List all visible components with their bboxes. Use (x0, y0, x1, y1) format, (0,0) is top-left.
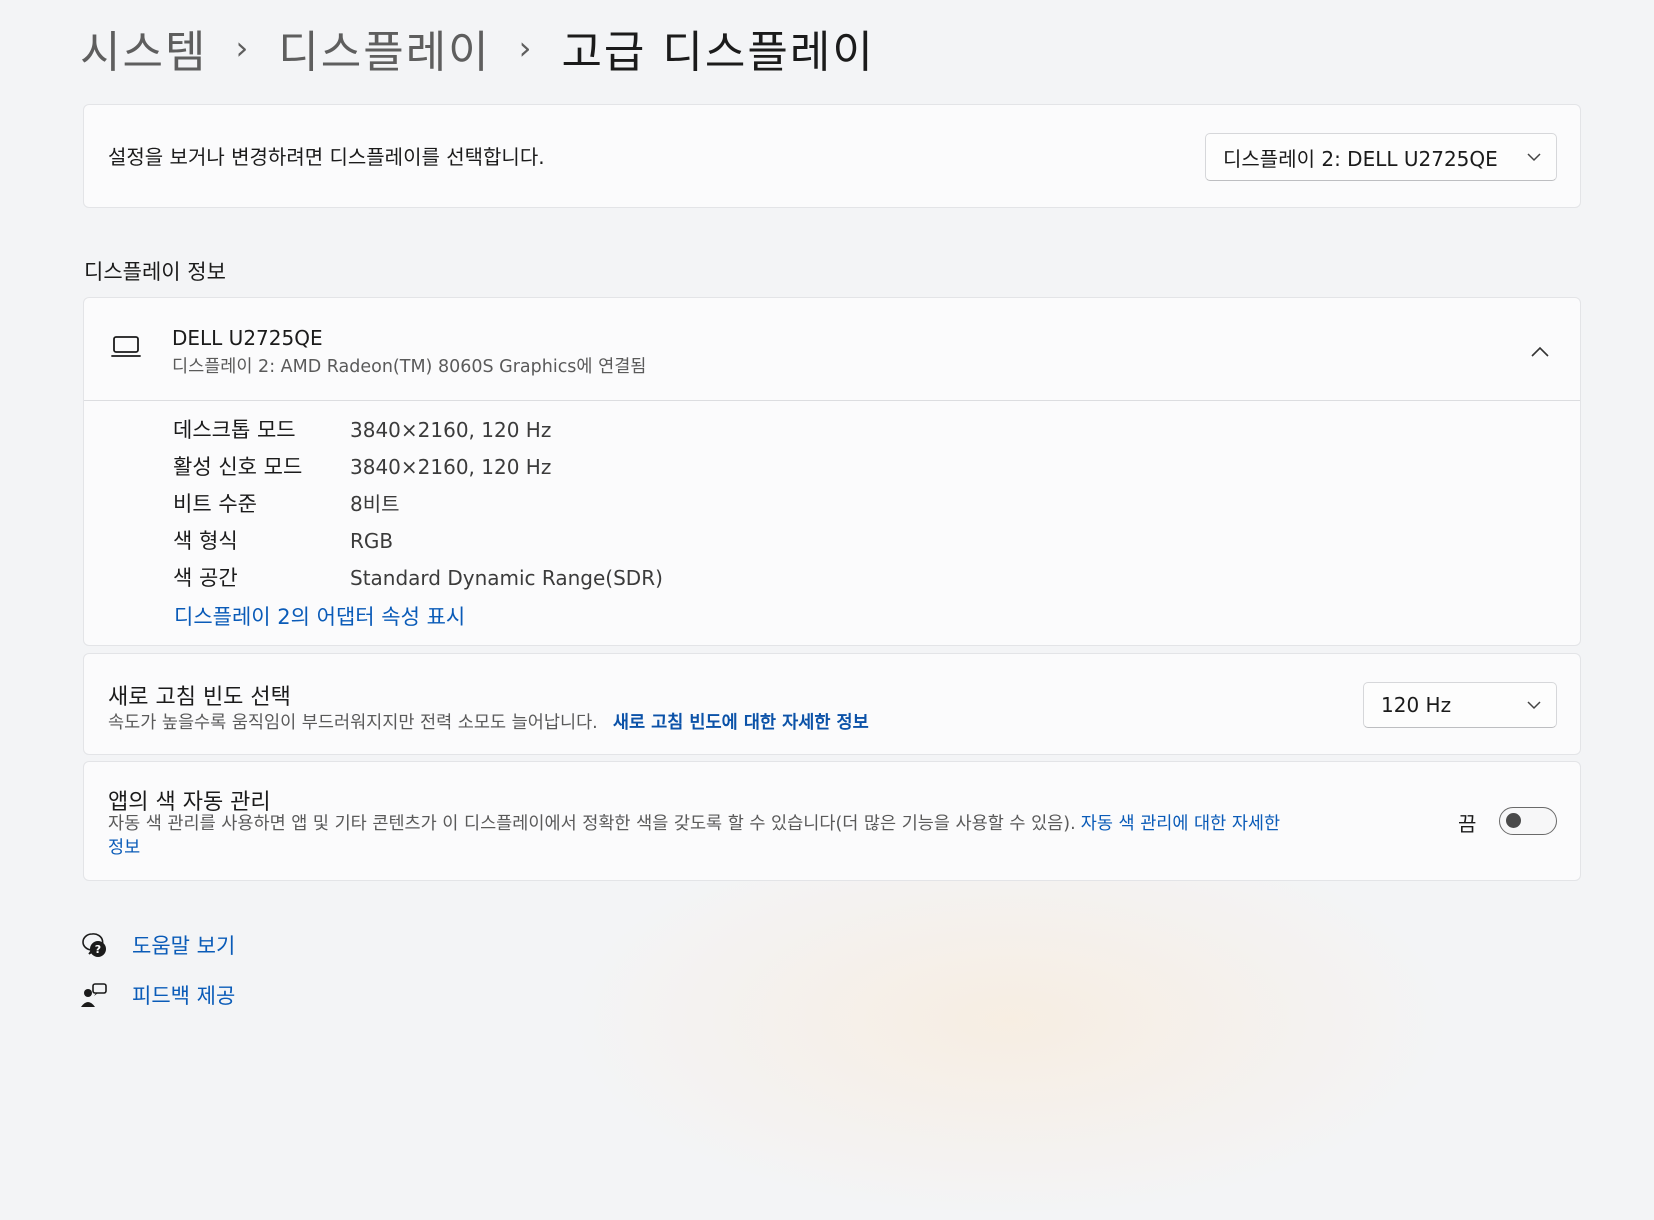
info-value-desktop-mode: 3840×2160, 120 Hz (350, 418, 552, 442)
refresh-rate-dropdown[interactable]: 120 Hz (1363, 682, 1557, 728)
info-label-desktop-mode: 데스크톱 모드 (173, 418, 296, 442)
toggle-knob (1506, 813, 1521, 828)
refresh-rate-title: 새로 고침 빈도 선택 (108, 685, 291, 710)
chevron-up-icon[interactable] (1531, 342, 1549, 361)
chevron-down-icon (1512, 700, 1556, 710)
info-label-bit-depth: 비트 수준 (173, 492, 257, 516)
display-select-value: 디스플레이 2: DELL U2725QE (1223, 146, 1498, 171)
feedback-icon (80, 981, 108, 1009)
info-value-color-format: RGB (350, 529, 394, 553)
breadcrumb: 시스템 › 디스플레이 › 고급 디스플레이 (80, 16, 875, 80)
breadcrumb-advanced-display: 고급 디스플레이 (561, 27, 875, 78)
info-value-color-space: Standard Dynamic Range(SDR) (350, 566, 663, 590)
monitor-name: DELL U2725QE (172, 326, 323, 350)
display-select-prompt: 설정을 보거나 변경하려면 디스플레이를 선택합니다. (108, 145, 545, 169)
info-label-color-format: 색 형식 (173, 529, 238, 553)
refresh-rate-card: 새로 고침 빈도 선택 속도가 높을수록 움직임이 부드러워지지만 전력 소모도… (83, 653, 1581, 755)
adapter-properties-link[interactable]: 디스플레이 2의 어댑터 속성 표시 (174, 601, 465, 631)
display-info-card: DELL U2725QE 디스플레이 2: AMD Radeon(TM) 806… (83, 297, 1581, 646)
auto-color-toggle[interactable] (1499, 807, 1557, 835)
monitor-subtitle: 디스플레이 2: AMD Radeon(TM) 8060S Graphics에 … (172, 357, 647, 377)
svg-text:?: ? (95, 943, 101, 956)
laptop-icon (111, 335, 141, 363)
info-label-active-signal-mode: 활성 신호 모드 (173, 455, 303, 479)
breadcrumb-display[interactable]: 디스플레이 (278, 16, 490, 80)
info-value-bit-depth: 8비트 (350, 492, 400, 516)
auto-color-info-link-cont[interactable]: 정보 (108, 838, 140, 858)
auto-color-description: 자동 색 관리를 사용하면 앱 및 기타 콘텐츠가 이 디스플레이에서 정확한 … (108, 814, 1076, 834)
display-select-card: 설정을 보거나 변경하려면 디스플레이를 선택합니다. 디스플레이 2: DEL… (83, 104, 1581, 208)
auto-color-toggle-label: 끔 (1458, 812, 1477, 836)
refresh-rate-value: 120 Hz (1381, 693, 1452, 717)
breadcrumb-separator: › (518, 29, 534, 67)
info-value-active-signal-mode: 3840×2160, 120 Hz (350, 455, 552, 479)
help-chat-icon: ? (80, 931, 108, 959)
auto-color-info-link[interactable]: 자동 색 관리에 대한 자세한 (1081, 814, 1280, 834)
refresh-rate-info-link[interactable]: 새로 고침 빈도에 대한 자세한 정보 (613, 713, 869, 733)
refresh-rate-description: 속도가 높을수록 움직임이 부드러워지지만 전력 소모도 늘어납니다. (108, 713, 598, 733)
display-info-header[interactable]: DELL U2725QE 디스플레이 2: AMD Radeon(TM) 806… (84, 298, 1580, 401)
auto-color-description-row: 자동 색 관리를 사용하면 앱 및 기타 콘텐츠가 이 디스플레이에서 정확한 … (108, 812, 1418, 860)
refresh-rate-description-row: 속도가 높을수록 움직임이 부드러워지지만 전력 소모도 늘어납니다. 새로 고… (108, 709, 869, 734)
help-link[interactable]: 도움말 보기 (132, 930, 235, 960)
info-label-color-space: 색 공간 (173, 566, 238, 590)
feedback-link-row[interactable]: 피드백 제공 (80, 980, 235, 1010)
display-select-dropdown[interactable]: 디스플레이 2: DELL U2725QE (1205, 133, 1557, 181)
auto-color-card: 앱의 색 자동 관리 자동 색 관리를 사용하면 앱 및 기타 콘텐츠가 이 디… (83, 761, 1581, 881)
breadcrumb-separator: › (235, 29, 251, 67)
chevron-down-icon (1512, 152, 1556, 162)
display-info-section-title: 디스플레이 정보 (84, 260, 226, 284)
feedback-link[interactable]: 피드백 제공 (132, 980, 235, 1010)
breadcrumb-system[interactable]: 시스템 (80, 16, 207, 80)
help-link-row[interactable]: ? 도움말 보기 (80, 930, 235, 960)
